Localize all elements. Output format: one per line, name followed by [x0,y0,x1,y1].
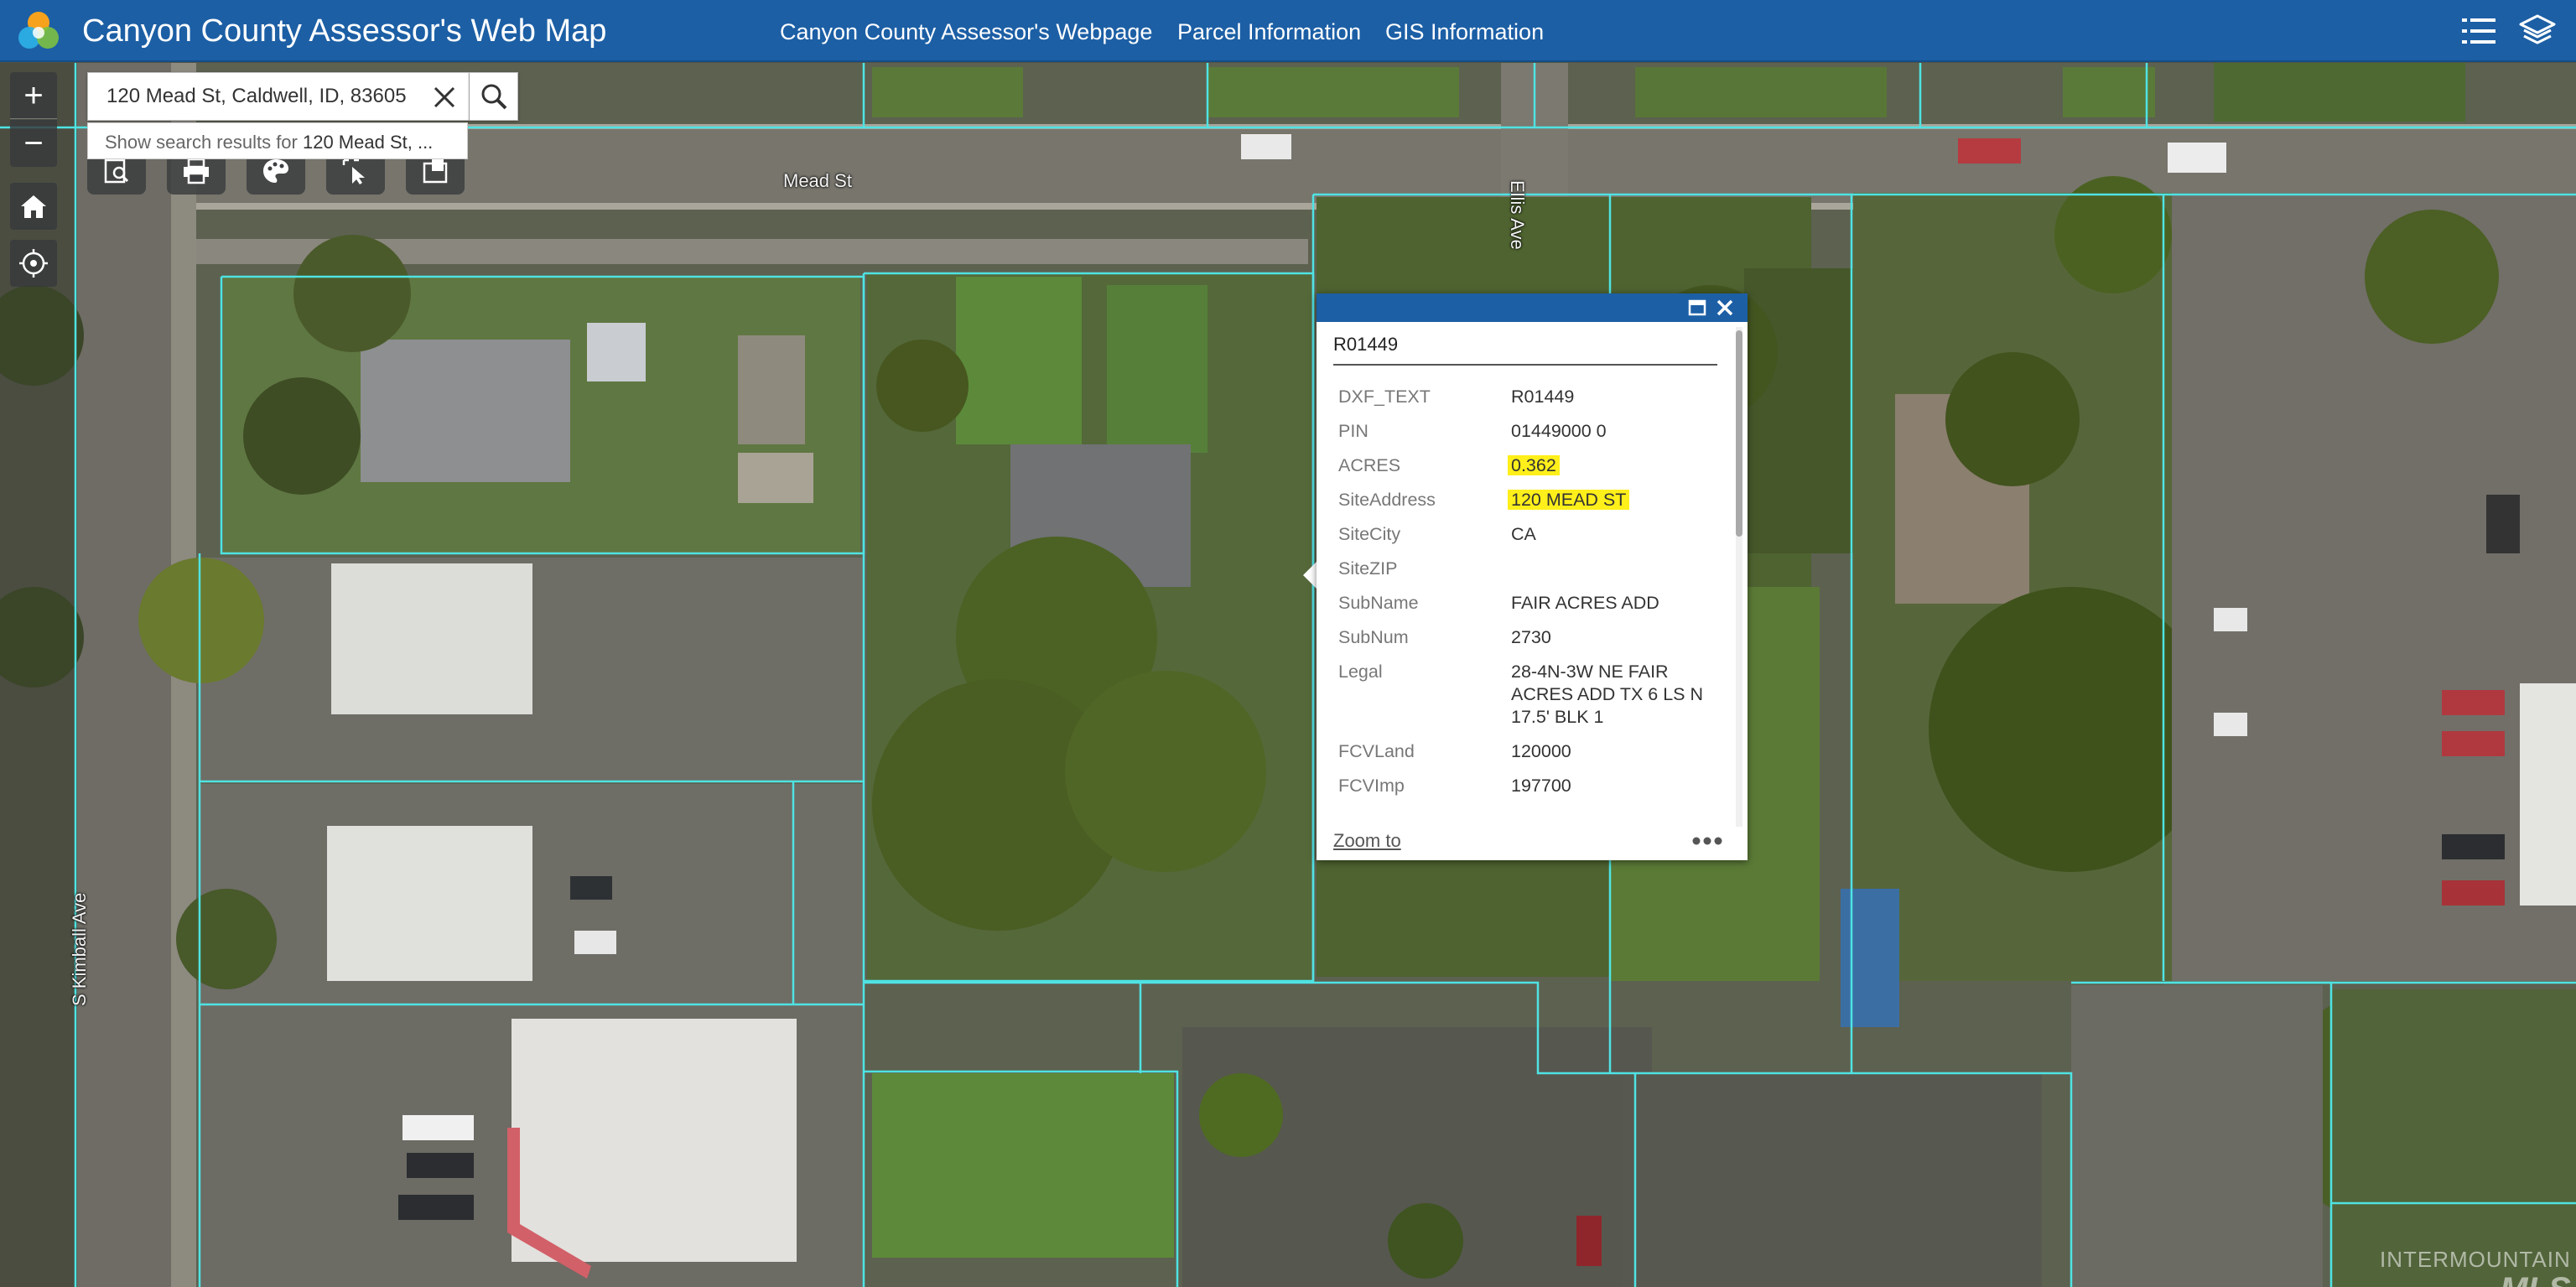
attr-value: 197700 [1511,776,1571,796]
legend-list-icon[interactable] [2457,9,2501,53]
street-label-mead-st: Mead St [783,170,852,191]
search-input[interactable] [88,73,423,120]
measure-icon [423,159,448,184]
attr-key: FCVImp [1338,776,1405,796]
attr-key: Legal [1338,662,1383,682]
clear-search-icon[interactable] [430,83,459,112]
attr-value: R01449 [1511,387,1575,407]
locate-icon [19,249,48,278]
nav-gis-information[interactable]: GIS Information [1385,18,1544,46]
attr-key: FCVLand [1338,741,1415,761]
app-title: Canyon County Assessor's Web Map [82,13,607,49]
basemap-icon [263,159,288,183]
attr-value-highlight-wrap: 120 MEAD ST [1508,489,1712,511]
attr-key: PIN [1338,421,1368,441]
nav-parcel-information[interactable]: Parcel Information [1177,18,1361,46]
attr-value: CA [1511,524,1536,544]
popup-divider [1333,364,1717,366]
street-label-ellis-ave: Ellis Ave [1507,180,1528,250]
attr-value: FAIR ACRES ADD [1511,593,1659,613]
suggestion-prefix: Show search results for [105,132,303,153]
search-box [87,72,470,121]
aerial-imagery [0,63,2576,1287]
app-header: Canyon County Assessor's Web Map Canyon … [0,0,2576,62]
search-suggestion[interactable]: Show search results for 120 Mead St, ... [87,122,468,159]
mls-watermark: INTERMOUNTAIN MLS [2380,1247,2571,1287]
attr-value: 2730 [1511,627,1551,647]
zoom-in-icon: + [23,76,44,114]
search-parcel-icon [104,158,129,184]
map-view[interactable]: Mead St Ellis Ave S Kimball Ave INTERMOU… [0,63,2576,1287]
popup-attributes: DXF_TEXT R01449 PIN 01449000 0 ACRES 0.3… [1333,374,1717,802]
popup-scrollbar-thumb[interactable] [1736,330,1742,537]
suggestion-term: 120 Mead St, ... [302,132,434,153]
nav-assessor-webpage[interactable]: Canyon County Assessor's Webpage [780,18,1152,46]
attr-key: ACRES [1338,455,1401,475]
attr-key: SubNum [1338,627,1409,647]
popup-pointer [1303,562,1317,589]
home-button[interactable] [10,183,57,230]
parcel-popup: R01449 DXF_TEXT R01449 PIN 01449000 0 AC… [1317,293,1748,860]
zoom-in-button[interactable]: + [10,72,57,119]
watermark-line1: INTERMOUNTAIN [2380,1247,2571,1272]
maximize-icon[interactable] [1687,298,1707,317]
attr-value-highlighted: 120 MEAD ST [1508,490,1630,510]
watermark-line2: MLS [2380,1271,2570,1287]
popup-titlebar [1317,293,1748,322]
attr-value: 01449000 0 [1511,421,1607,441]
locate-button[interactable] [10,240,57,287]
print-icon [184,158,209,184]
layers-icon[interactable] [2516,9,2559,53]
zoom-out-button[interactable]: − [10,120,57,167]
attr-value-highlighted: 0.362 [1508,455,1560,475]
street-label-kimball-ave: S Kimball Ave [69,892,90,1006]
attr-value-highlight-wrap: 0.362 [1508,454,1712,477]
close-icon[interactable] [1714,297,1736,319]
zoom-to-link[interactable]: Zoom to [1333,830,1401,852]
attr-key: SiteZIP [1338,558,1398,579]
app-logo[interactable] [15,8,62,54]
select-icon [342,158,365,184]
attr-key: DXF_TEXT [1338,387,1431,407]
attr-key: SiteAddress [1338,490,1436,510]
zoom-out-icon: − [23,125,44,162]
attr-key: SiteCity [1338,524,1401,544]
search-icon [481,84,506,110]
more-options-icon[interactable] [1689,833,1726,848]
popup-title: R01449 [1333,334,1399,355]
home-icon [21,195,46,218]
attr-value: 28-4N-3W NE FAIR ACRES ADD TX 6 LS N 17.… [1511,662,1704,727]
attr-value: 120000 [1511,741,1571,761]
attr-key: SubName [1338,593,1419,613]
search-button[interactable] [470,72,518,121]
